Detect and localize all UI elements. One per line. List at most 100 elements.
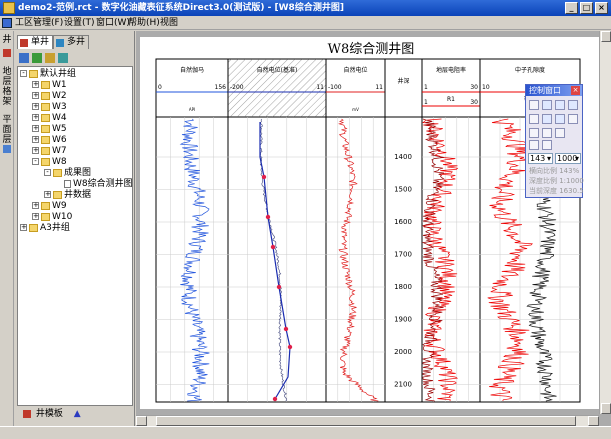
interpretation-marker <box>276 284 282 290</box>
pan-icon[interactable] <box>529 114 539 124</box>
depth-label: 1800 <box>394 283 412 291</box>
tree-node-well[interactable]: + W2 <box>32 91 67 102</box>
template-tab[interactable]: 井模板 ▲ <box>23 408 81 420</box>
sp-curve <box>338 118 379 402</box>
scale-select[interactable]: 143 ▾ <box>528 153 553 164</box>
well-icon <box>41 135 50 144</box>
side-tab-well[interactable]: 井 <box>1 35 13 45</box>
tree-node-well-expanded[interactable]: - W8 <box>32 157 67 168</box>
interpretation-marker <box>265 214 271 220</box>
tree-node-root[interactable]: - 默认井组 <box>20 69 76 80</box>
zoom-in-icon[interactable] <box>542 100 552 110</box>
crosshair-icon[interactable] <box>555 128 565 138</box>
well-icon <box>41 212 50 221</box>
vertical-scrollbar[interactable] <box>599 31 611 414</box>
well-icon <box>41 157 50 166</box>
interpretation-marker <box>261 174 267 180</box>
scroll-down-button[interactable] <box>601 403 611 414</box>
side-tab-strip: 井 地层格架 平面层 <box>0 31 14 426</box>
depth-label: 1700 <box>394 251 412 259</box>
grid-icon[interactable] <box>542 128 552 138</box>
control-window: 控制窗口 × 143 ▾ 1000 ▾ 横向比例 143% 深度比例 1:1000 … <box>525 84 584 198</box>
well-icon <box>41 113 50 122</box>
tree-node-well-data[interactable]: + 井数据 <box>44 190 91 201</box>
ruler-icon[interactable] <box>529 128 539 138</box>
depth-label: 1400 <box>394 153 412 161</box>
triangle-up-icon[interactable]: ▲ <box>74 409 81 419</box>
well-icon <box>41 91 50 100</box>
info-current-depth: 当前深度 1630.5 <box>529 187 584 195</box>
sort-asc-icon[interactable] <box>19 53 29 63</box>
menu-file[interactable]: 工区管理(F) <box>15 16 63 30</box>
sp-interpretation-line <box>259 122 291 400</box>
horizontal-scrollbar[interactable] <box>136 415 599 426</box>
control-close-button[interactable]: × <box>571 86 580 95</box>
tree-node-well[interactable]: + W3 <box>32 102 67 113</box>
refresh-icon[interactable] <box>45 53 55 63</box>
track-min: 0 <box>158 84 162 91</box>
zoom-width-icon[interactable] <box>542 114 552 124</box>
zoom-height-icon[interactable] <box>555 114 565 124</box>
tree-node-results[interactable]: - 成果图 <box>44 168 91 179</box>
track-min: 10 <box>482 84 490 91</box>
tree-toolbar <box>15 51 135 65</box>
menu-window[interactable]: 窗口(W) <box>96 16 130 30</box>
single-well-icon <box>20 39 28 47</box>
tab-single-well[interactable]: 单井 <box>17 35 54 49</box>
frame-icon[interactable] <box>529 140 539 150</box>
well-icon <box>41 146 50 155</box>
tab-multi-well[interactable]: 多井 <box>53 35 90 49</box>
scroll-right-button[interactable] <box>588 416 599 426</box>
tree-node-well[interactable]: + W4 <box>32 113 67 124</box>
track-sub: R1 <box>447 96 455 103</box>
sort-desc-icon[interactable] <box>32 53 42 63</box>
control-window-title: 控制窗口 × <box>526 85 582 96</box>
well-tree: - 默认井组 + W1 + W2 + W3 + W4 + W5 + W6 + W7 - W8 -成… <box>17 66 133 406</box>
menu-help[interactable]: 帮助(H) <box>128 16 160 30</box>
menu-settings[interactable]: 设置(T) <box>64 16 95 30</box>
horizontal-scroll-thumb[interactable] <box>156 416 576 426</box>
depth-label: 2100 <box>394 381 412 389</box>
close-button[interactable]: × <box>595 2 608 14</box>
doc-icon <box>2 18 12 28</box>
zoom-fit-icon[interactable] <box>568 100 578 110</box>
window-title: demo2-范例.rct - 数字化油藏表征系统Direct3.0(测试版) -… <box>18 3 344 13</box>
tree-node-well[interactable]: + W1 <box>32 80 67 91</box>
depth-scale-select[interactable]: 1000 ▾ <box>555 153 581 164</box>
tree-node-well[interactable]: + W7 <box>32 146 67 157</box>
collapse-icon[interactable] <box>58 53 68 63</box>
tree-node-group2[interactable]: + A3井组 <box>20 223 70 234</box>
well-icon <box>3 49 11 57</box>
chart-doc-icon <box>64 179 71 188</box>
left-panel: 单井 多井 - 默认井组 + W1 + W2 + W3 + W4 + W5 + W6 + W7 … <box>15 31 135 426</box>
well-icon <box>41 102 50 111</box>
track-name: 中子孔隙度 <box>515 66 545 74</box>
multi-well-icon <box>56 39 64 47</box>
copy-icon[interactable] <box>568 114 578 124</box>
side-tab-plane-layer[interactable]: 平面层 <box>1 115 13 145</box>
pointer-icon[interactable] <box>529 100 539 110</box>
menu-view[interactable]: 视图 <box>160 16 178 30</box>
track-max: 30 <box>470 84 478 91</box>
tree-node-well[interactable]: + W6 <box>32 135 67 146</box>
tree-node-log-chart[interactable]: W8综合测井图 <box>64 179 132 190</box>
export-icon[interactable] <box>542 140 552 150</box>
depth-label: 1500 <box>394 186 412 194</box>
menu-bar: 工区管理(F) 设置(T) 窗口(W) 帮助(H) 视图 <box>0 16 611 30</box>
scroll-left-button[interactable] <box>136 416 147 426</box>
maximize-button[interactable]: □ <box>580 2 593 14</box>
track-name: 自然电位(基准) <box>257 66 298 74</box>
log-title: W8综合测井图 <box>328 42 415 57</box>
side-tab-strat-frame[interactable]: 地层格架 <box>1 67 13 107</box>
interpretation-marker <box>270 244 276 250</box>
tab-single-well-label: 单井 <box>31 37 50 47</box>
app-icon <box>3 2 15 14</box>
minimize-button[interactable]: _ <box>565 2 578 14</box>
track-max: 11 <box>375 84 383 91</box>
tree-node-well[interactable]: + W9 <box>32 201 67 212</box>
zoom-out-icon[interactable] <box>555 100 565 110</box>
tree-node-well[interactable]: + W10 <box>32 212 72 223</box>
tree-node-well[interactable]: + W5 <box>32 124 67 135</box>
scroll-up-button[interactable] <box>601 31 611 42</box>
depth-label: 1900 <box>394 316 412 324</box>
